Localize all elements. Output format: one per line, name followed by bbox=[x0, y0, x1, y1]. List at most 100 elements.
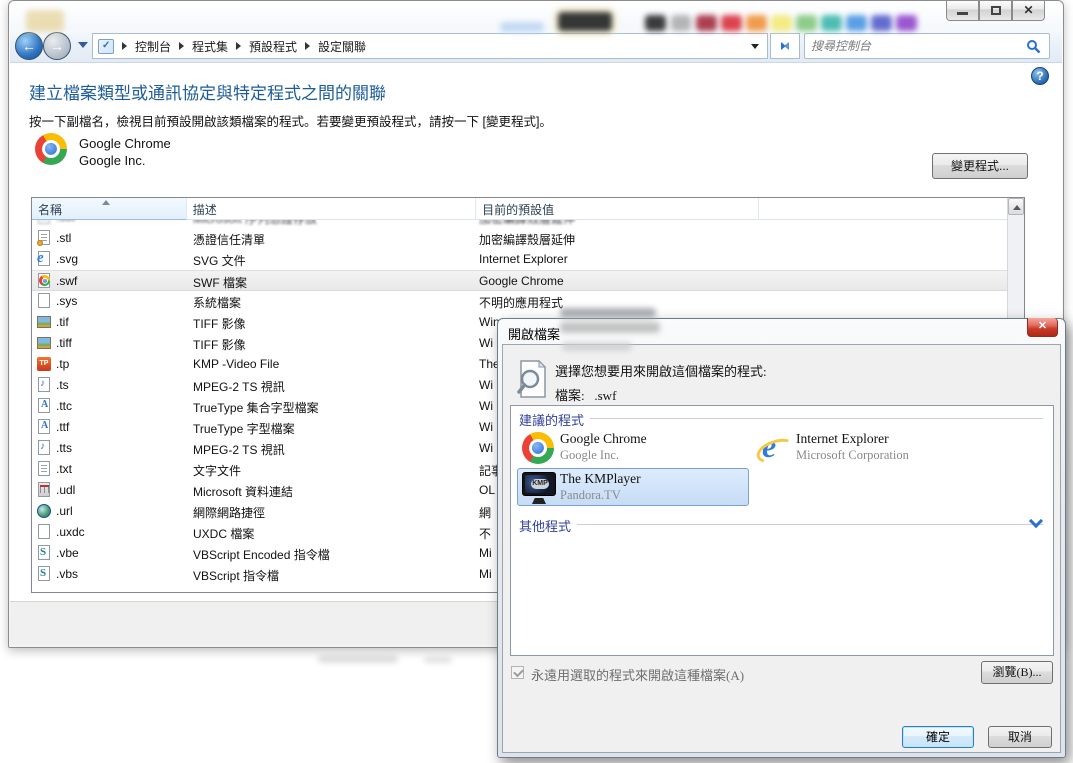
file-description: Microsoft 資料連結 bbox=[193, 485, 294, 499]
file-default-program: 不 bbox=[479, 527, 492, 541]
program-name: The KMPlayer bbox=[560, 471, 641, 486]
address-bar[interactable]: 控制台 程式集 預設程式 設定關聯 bbox=[92, 33, 768, 59]
cancel-button[interactable]: 取消 bbox=[988, 726, 1052, 748]
current-default-program-vendor: Google Inc. bbox=[79, 153, 146, 168]
dialog-title: 開啟檔案 bbox=[508, 327, 561, 342]
breadcrumb-item[interactable]: 設定關聯 bbox=[318, 38, 366, 55]
file-default-program: Google Chrome bbox=[479, 274, 564, 288]
always-use-checkbox[interactable] bbox=[511, 666, 524, 679]
page-title: 建立檔案類型或通訊協定與特定程式之間的關聯 bbox=[29, 84, 386, 103]
file-description: TrueType 字型檔案 bbox=[193, 422, 295, 436]
internet-explorer-icon: e bbox=[758, 428, 790, 464]
script-file-icon: S bbox=[36, 545, 52, 561]
internet-explorer-file-icon: e bbox=[36, 250, 52, 267]
breadcrumb-item[interactable]: 預設程式 bbox=[249, 38, 297, 55]
sort-ascending-icon bbox=[102, 200, 110, 205]
column-header-current-default[interactable]: 目前的預設值 bbox=[476, 198, 759, 220]
file-description: Microsoft 序列憑證存放 bbox=[193, 220, 317, 227]
page-instruction: 按一下副檔名，檢視目前預設開啟該類檔案的程式。若要變更預設程式，請按一下 [變更… bbox=[29, 115, 552, 129]
table-row[interactable]: e .svg SVG 文件 Internet Explorer bbox=[32, 249, 1007, 270]
censored-blur bbox=[821, 15, 842, 31]
forward-button[interactable]: → bbox=[43, 32, 71, 60]
back-button[interactable]: ← bbox=[15, 32, 43, 60]
ok-button[interactable]: 確定 bbox=[902, 726, 974, 748]
maximize-button[interactable] bbox=[979, 1, 1012, 21]
data-link-file-icon bbox=[36, 482, 52, 498]
browse-button[interactable]: 瀏覽(B)... bbox=[981, 661, 1053, 684]
file-default-program: Wi bbox=[479, 420, 493, 434]
kmplayer-icon: KMP bbox=[522, 472, 556, 504]
close-button[interactable]: ✕ bbox=[1012, 1, 1045, 21]
file-default-program: Wi bbox=[479, 336, 493, 350]
recent-pages-chevron-icon[interactable] bbox=[78, 42, 88, 48]
table-row[interactable]: .sys 系統檔案 不明的應用程式 bbox=[32, 291, 1007, 312]
program-vendor: Pandora.TV bbox=[560, 488, 621, 502]
file-extension: .sys bbox=[56, 294, 78, 308]
file-extension: .udl bbox=[56, 483, 76, 497]
censored-blur bbox=[746, 15, 767, 31]
breadcrumb-item[interactable]: 控制台 bbox=[135, 38, 171, 55]
media-file-icon: ♪ bbox=[36, 377, 52, 393]
file-extension: .vbs bbox=[56, 567, 79, 581]
dialog-body: 選擇您想要用來開啟這個檔案的程式: 檔案: .swf 建議的程式 Google … bbox=[502, 344, 1061, 753]
table-row[interactable]: .stl 憑證信任清單 加密編譯殼層延伸 bbox=[32, 228, 1007, 249]
program-vendor: Microsoft Corporation bbox=[796, 448, 909, 462]
file-extension: .ttf bbox=[56, 420, 70, 434]
partially-scrolled-row[interactable]: .sst Microsoft 序列憑證存放 加密編譯殼層延伸 bbox=[32, 220, 1007, 228]
censored-blur bbox=[562, 342, 632, 351]
file-value: .swf bbox=[594, 388, 617, 403]
file-description: 系統檔案 bbox=[193, 296, 242, 310]
program-item[interactable]: Google Chrome Google Inc. bbox=[517, 428, 749, 466]
censored-blur bbox=[318, 654, 398, 663]
breadcrumb-separator-icon bbox=[305, 42, 311, 50]
file-extension: .txt bbox=[56, 462, 73, 476]
generic-file-icon bbox=[36, 524, 52, 540]
screen: ✕ ← → 控制台 程式集 預設程式 設定關聯 bbox=[0, 0, 1073, 763]
search-icon[interactable] bbox=[1026, 39, 1041, 54]
table-row[interactable]: .swf SWF 檔案 Google Chrome bbox=[32, 270, 1007, 291]
forward-arrow-icon: → bbox=[50, 38, 64, 54]
help-button[interactable]: ? bbox=[1031, 67, 1049, 85]
file-extension: .svg bbox=[56, 252, 79, 266]
censored-blur bbox=[696, 15, 717, 31]
program-item[interactable]: KMP The KMPlayer Pandora.TV bbox=[517, 468, 749, 506]
kmp-video-file-icon: TP bbox=[36, 356, 52, 372]
chrome-icon bbox=[522, 432, 554, 464]
program-item[interactable]: e Internet Explorer Microsoft Corporation bbox=[753, 428, 985, 466]
column-header-blank bbox=[759, 198, 1007, 220]
expand-other-programs-chevron-icon[interactable] bbox=[1031, 516, 1041, 526]
address-dropdown-icon[interactable] bbox=[751, 44, 759, 49]
chrome-file-icon bbox=[36, 273, 52, 289]
column-header-name[interactable]: 名稱 bbox=[32, 198, 187, 220]
file-default-program: Wi bbox=[479, 378, 493, 392]
refresh-button[interactable] bbox=[770, 33, 800, 59]
navigation-toolbar: ← → 控制台 程式集 預設程式 設定關聯 bbox=[10, 29, 1062, 63]
censored-blur bbox=[671, 15, 691, 31]
refresh-icon bbox=[781, 42, 789, 50]
current-default-program-name: Google Chrome bbox=[79, 136, 171, 151]
program-vendor: Google Inc. bbox=[560, 448, 620, 462]
file-extension: .url bbox=[56, 504, 73, 518]
program-list: 建議的程式 Google Chrome Google Inc. e Internet … bbox=[510, 405, 1054, 656]
censored-blur bbox=[721, 15, 742, 31]
file-description: TIFF 影像 bbox=[193, 317, 246, 331]
file-default-program: Mi bbox=[479, 567, 492, 581]
column-header-description[interactable]: 描述 bbox=[187, 198, 477, 220]
file-extension: .ts bbox=[56, 378, 69, 392]
file-default-program: 加密編譯殼層延伸 bbox=[479, 233, 576, 247]
open-with-icon bbox=[517, 359, 547, 398]
control-panel-icon bbox=[98, 38, 114, 54]
dialog-close-button[interactable]: ✕ bbox=[1027, 318, 1058, 337]
breadcrumb-separator-icon bbox=[122, 42, 127, 50]
minimize-button[interactable] bbox=[946, 1, 979, 21]
font-file-icon: A bbox=[36, 419, 52, 435]
internet-shortcut-icon bbox=[36, 503, 52, 519]
scroll-up-button[interactable] bbox=[1008, 198, 1024, 215]
breadcrumb-item[interactable]: 程式集 bbox=[192, 38, 228, 55]
search-input[interactable] bbox=[811, 36, 1011, 56]
window-controls: ✕ bbox=[946, 1, 1045, 21]
program-name: Internet Explorer bbox=[796, 431, 889, 446]
file-description: VBScript 指令檔 bbox=[193, 569, 280, 583]
breadcrumb: 控制台 程式集 預設程式 設定關聯 bbox=[114, 38, 366, 55]
change-program-button[interactable]: 變更程式... bbox=[932, 153, 1028, 179]
